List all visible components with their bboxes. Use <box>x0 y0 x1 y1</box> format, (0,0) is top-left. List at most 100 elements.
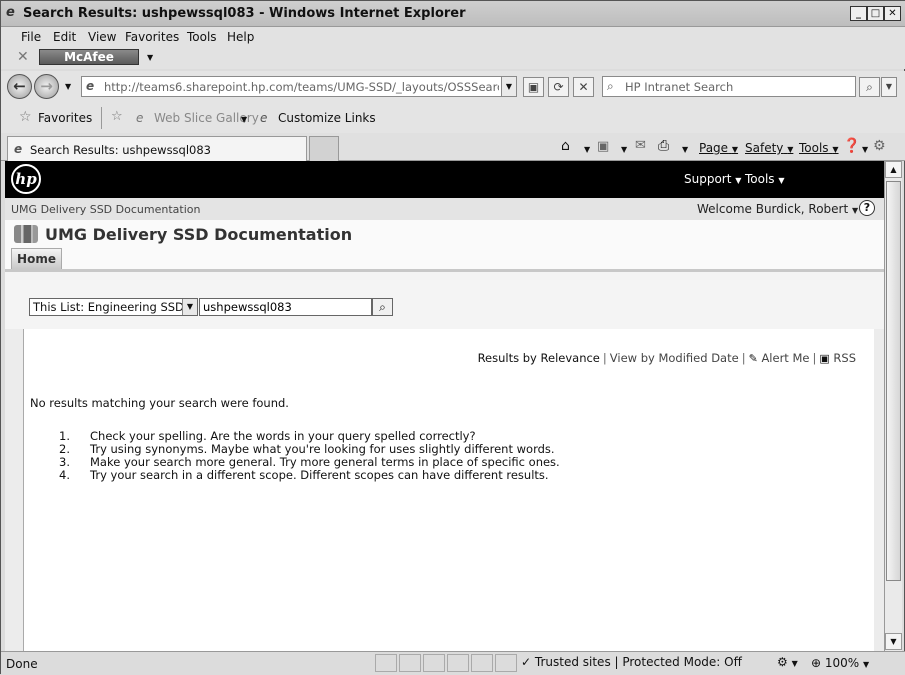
ie-icon: e <box>6 5 15 20</box>
search-go-button[interactable]: ⌕ <box>372 298 393 316</box>
hp-logo[interactable]: hp <box>11 164 41 194</box>
site-icon <box>14 225 38 243</box>
divider <box>101 107 102 129</box>
web-slice-icon: e <box>136 111 144 125</box>
menu-favorites[interactable]: Favorites <box>125 30 179 44</box>
status-cell <box>423 654 445 672</box>
chevron-down-icon[interactable]: ▼ <box>584 145 590 154</box>
title-bar: e Search Results: ushpewssql083 - Window… <box>1 1 905 27</box>
search-icon: ⌕ <box>607 79 614 93</box>
new-tab-button[interactable] <box>309 136 339 161</box>
status-cell <box>495 654 517 672</box>
address-dropdown-icon[interactable]: ▼ <box>501 77 516 96</box>
chevron-down-icon[interactable]: ▼ <box>621 145 627 154</box>
favorites-button[interactable]: Favorites <box>38 111 92 125</box>
menu-file[interactable]: File <box>21 30 41 44</box>
vertical-scrollbar[interactable]: ▲ ▼ <box>884 161 902 651</box>
menu-help[interactable]: Help <box>227 30 254 44</box>
chevron-down-icon[interactable]: ▼ <box>862 145 868 154</box>
mail-icon[interactable]: ✉ <box>635 138 646 153</box>
breadcrumb-bar: UMG Delivery SSD Documentation Welcome B… <box>5 198 884 220</box>
address-url: http://teams6.sharepoint.hp.com/teams/UM… <box>104 80 499 94</box>
site-tools-menu[interactable]: Tools ▼ <box>745 172 785 186</box>
search-tips-list: 1. Check your spelling. Are the words in … <box>50 429 560 482</box>
breadcrumb[interactable]: UMG Delivery SSD Documentation <box>11 203 200 216</box>
tab-search-results[interactable]: e Search Results: ushpewssql083 <box>7 136 307 161</box>
support-label: Support <box>684 172 732 186</box>
scroll-down-icon[interactable]: ▼ <box>885 633 902 650</box>
address-bar[interactable]: e http://teams6.sharepoint.hp.com/teams/… <box>81 76 517 97</box>
status-cell <box>471 654 493 672</box>
safety-menu[interactable]: Safety ▼ <box>745 141 793 155</box>
close-toolbar-icon[interactable]: ✕ <box>17 49 29 65</box>
mcafee-button[interactable]: McAfee <box>39 49 139 65</box>
status-cell <box>375 654 397 672</box>
close-button[interactable]: ✕ <box>884 6 901 21</box>
mcafee-label: McAfee <box>64 50 114 64</box>
customize-links-link[interactable]: Customize Links <box>278 111 376 125</box>
chevron-down-icon[interactable]: ▼ <box>182 299 197 315</box>
home-icon[interactable]: ⌂ <box>561 138 570 154</box>
chevron-down-icon[interactable]: ▼ <box>241 115 247 124</box>
refresh-icon[interactable]: ⟳ <box>548 77 569 97</box>
zone-label: Trusted sites | Protected Mode: Off <box>534 655 742 669</box>
navigation-bar: ← → ▼ e http://teams6.sharepoint.hp.com/… <box>1 71 905 103</box>
feeds-icon[interactable]: ▣ <box>597 139 609 154</box>
welcome-label: Welcome Burdick, Robert <box>697 202 849 216</box>
page-icon: e <box>14 142 23 156</box>
tab-label: Search Results: ushpewssql083 <box>30 143 211 157</box>
protected-mode-icon[interactable]: ⚙ ▼ <box>777 655 798 669</box>
menu-tools[interactable]: Tools <box>187 30 217 44</box>
stop-icon[interactable]: ✕ <box>573 77 594 97</box>
add-favorite-icon[interactable]: ☆ <box>111 109 123 124</box>
research-icon[interactable]: ⚙ <box>873 138 886 154</box>
site-title[interactable]: UMG Delivery SSD Documentation <box>45 225 352 244</box>
maximize-button[interactable]: □ <box>867 6 884 21</box>
search-placeholder: HP Intranet Search <box>625 80 734 94</box>
print-icon[interactable]: ⎙ <box>658 138 669 154</box>
menu-view[interactable]: View <box>88 30 116 44</box>
list-item: 4. Try your search in a different scope. … <box>59 468 549 482</box>
compatibility-icon[interactable]: ▣ <box>523 77 544 97</box>
search-options-icon[interactable]: ▼ <box>881 77 897 97</box>
chevron-down-icon[interactable]: ▼ <box>682 145 688 154</box>
sort-bar: Results by Relevance | View by Modified Da… <box>477 351 856 365</box>
tab-home[interactable]: Home <box>11 248 62 270</box>
scope-value: This List: Engineering SSD's <box>33 300 194 314</box>
security-zone[interactable]: ✓ Trusted sites | Protected Mode: Off <box>521 655 742 669</box>
site-title-area: UMG Delivery SSD Documentation Home <box>5 220 884 270</box>
page-menu[interactable]: Page ▼ <box>699 141 738 155</box>
help-icon[interactable]: ❓ <box>843 138 860 154</box>
status-cell <box>447 654 469 672</box>
hp-header: hp Support ▼ Tools ▼ <box>5 161 884 198</box>
page-content: hp Support ▼ Tools ▼ UMG Delivery SSD Do… <box>5 161 884 651</box>
history-dropdown-icon[interactable]: ▼ <box>65 82 71 91</box>
list-item: 2. Try using synonyms. Maybe what you're … <box>59 442 555 456</box>
check-icon: ✓ <box>521 655 532 669</box>
scope-select[interactable]: This List: Engineering SSD's ▼ <box>29 298 198 316</box>
support-menu[interactable]: Support ▼ <box>684 172 741 186</box>
forward-button[interactable]: → <box>34 74 59 99</box>
scrollbar-thumb[interactable] <box>886 181 901 581</box>
minimize-button[interactable]: _ <box>850 6 867 21</box>
sort-modified-link[interactable]: View by Modified Date <box>610 351 739 365</box>
zoom-icon: ⊕ <box>811 656 822 670</box>
zoom-control[interactable]: ⊕ 100% ▼ <box>811 656 869 670</box>
status-cell <box>399 654 421 672</box>
chevron-down-icon[interactable]: ▼ <box>147 53 153 62</box>
scroll-up-icon[interactable]: ▲ <box>885 161 902 178</box>
tools-menu[interactable]: Tools ▼ <box>799 141 839 155</box>
safety-menu-label: Safety <box>745 141 784 155</box>
back-button[interactable]: ← <box>7 74 32 99</box>
search-go-icon[interactable]: ⌕ <box>859 77 880 97</box>
search-input[interactable]: ⌕ HP Intranet Search <box>602 76 856 97</box>
menu-edit[interactable]: Edit <box>53 30 76 44</box>
rss-link[interactable]: RSS <box>833 351 856 365</box>
welcome-menu[interactable]: Welcome Burdick, Robert ▼ | <box>697 202 870 216</box>
status-bar: Done ✓ Trusted sites | Protected Mode: O… <box>1 651 905 675</box>
site-help-icon[interactable]: ? <box>859 200 875 216</box>
query-input[interactable] <box>199 298 372 316</box>
tab-bar: e Search Results: ushpewssql083 ⌂ ▼ ▣ ▼ … <box>1 133 905 161</box>
zoom-value: 100% <box>824 656 860 670</box>
alert-me-link[interactable]: Alert Me <box>761 351 809 365</box>
